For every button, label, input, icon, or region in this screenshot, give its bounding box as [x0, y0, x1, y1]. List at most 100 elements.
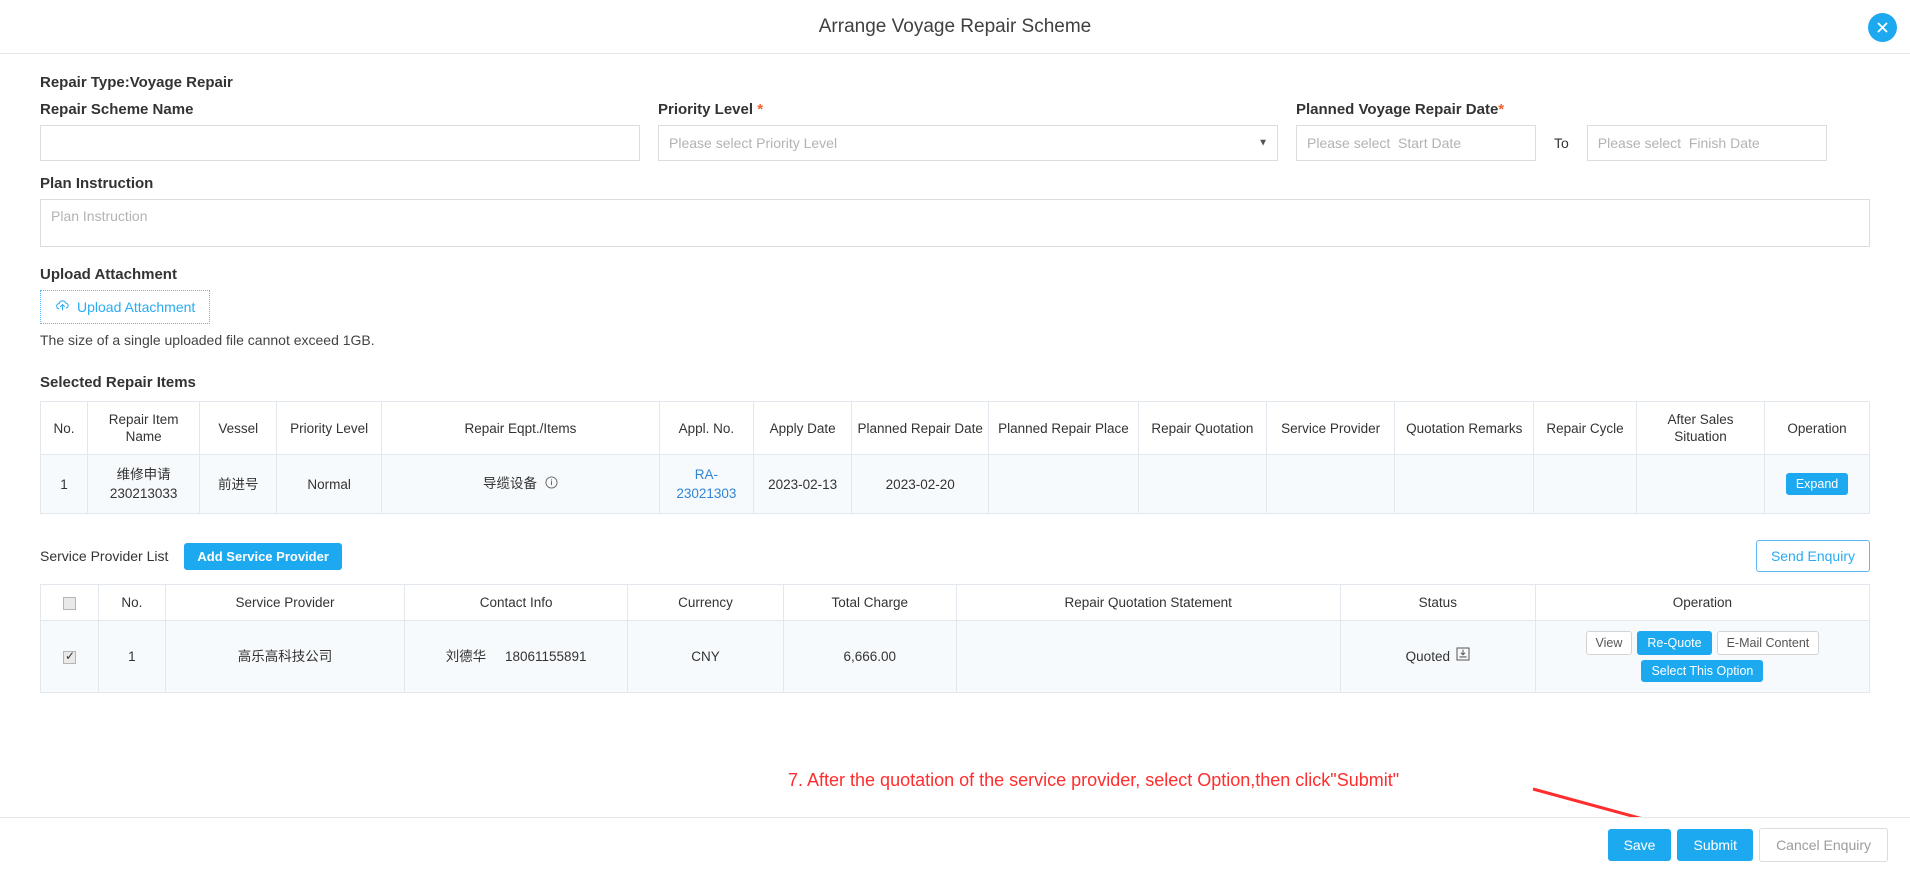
select-this-option-button[interactable]: Select This Option — [1641, 660, 1764, 682]
col-appl-no: Appl. No. — [658, 401, 754, 455]
view-button[interactable]: View — [1585, 631, 1633, 655]
col-repair-quotation: Repair Quotation — [1137, 401, 1268, 455]
priority-level-select[interactable] — [658, 125, 1278, 161]
repair-scheme-name-input[interactable] — [40, 125, 640, 161]
info-circle-icon[interactable] — [545, 475, 558, 494]
col-planned-repair-date: Planned Repair Date — [851, 401, 990, 455]
service-provider-table: No. Service Provider Contact Info Curren… — [40, 584, 1871, 693]
col-sp-total-charge: Total Charge — [782, 584, 957, 621]
submit-button[interactable]: Submit — [1677, 829, 1754, 861]
contact-name: 刘德华 — [445, 649, 487, 664]
dialog-arrange-voyage-repair-scheme: Arrange Voyage Repair Scheme Repair Type… — [0, 0, 1910, 872]
cell-sp-provider: 高乐高科技公司 — [164, 620, 406, 693]
cell-sp-no: 1 — [97, 620, 166, 693]
cell-repair-cycle — [1533, 454, 1637, 514]
col-sp-currency: Currency — [627, 584, 784, 621]
start-date-input[interactable] — [1296, 125, 1536, 161]
cell-sp-total-charge: 6,666.00 — [782, 620, 957, 693]
col-repair-eqpt-items: Repair Eqpt./Items — [380, 401, 660, 455]
repair-type-label: Repair Type:Voyage Repair — [40, 74, 233, 91]
field-priority-level: Priority Level * ▼ — [658, 101, 1278, 161]
col-operation: Operation — [1764, 401, 1870, 455]
col-repair-item-name: Repair Item Name — [87, 401, 201, 455]
dialog-title: Arrange Voyage Repair Scheme — [818, 15, 1092, 37]
add-service-provider-button[interactable]: Add Service Provider — [184, 542, 342, 570]
cancel-enquiry-button[interactable]: Cancel Enquiry — [1759, 828, 1888, 862]
cell-repair-quotation — [1137, 454, 1268, 514]
col-no: No. — [39, 401, 89, 455]
plan-instruction-label: Plan Instruction — [40, 175, 154, 192]
cell-sp-operation: View Re-Quote E-Mail Content Select This… — [1534, 620, 1871, 693]
cell-no: 1 — [39, 454, 89, 514]
re-quote-button[interactable]: Re-Quote — [1637, 631, 1712, 655]
planned-date-range: To — [1296, 125, 1870, 161]
upload-attachment-button[interactable]: Upload Attachment — [40, 290, 211, 324]
field-upload-attachment: Upload Attachment Upload Attachment The … — [40, 266, 1870, 348]
email-content-button[interactable]: E-Mail Content — [1716, 631, 1820, 655]
cell-after-sales-situation — [1635, 454, 1766, 514]
col-service-provider: Service Provider — [1266, 401, 1396, 455]
cell-sp-select — [40, 620, 99, 693]
cell-repair-item-name: 维修申请230213033 — [87, 454, 201, 514]
cell-service-provider — [1266, 454, 1396, 514]
priority-level-select-wrap[interactable]: ▼ — [658, 125, 1278, 161]
status-badge: Quoted — [1406, 647, 1470, 666]
dialog-titlebar: Arrange Voyage Repair Scheme — [0, 0, 1910, 54]
cell-repair-eqpt-items: 导缆设备 — [380, 454, 660, 514]
upload-size-hint: The size of a single uploaded file canno… — [40, 332, 375, 348]
dialog-body: Repair Type:Voyage Repair Repair Scheme … — [0, 54, 1910, 693]
save-button[interactable]: Save — [1607, 829, 1672, 861]
annotation-text: 7. After the quotation of the service pr… — [788, 770, 1400, 790]
planned-date-text: Planned Voyage Repair Date — [1296, 101, 1499, 118]
operation-buttons: View Re-Quote E-Mail Content Select This… — [1541, 631, 1864, 682]
operation-buttons-row2: Select This Option — [1541, 660, 1864, 682]
priority-level-label: Priority Level * — [658, 101, 1278, 119]
repair-items-header-row: No. Repair Item Name Vessel Priority Lev… — [39, 401, 1870, 455]
col-sp-repair-quotation-statement: Repair Quotation Statement — [955, 584, 1341, 621]
cell-operation: Expand — [1764, 454, 1870, 514]
cell-appl-no[interactable]: RA-23021303 — [658, 454, 754, 514]
field-repair-scheme-name: Repair Scheme Name — [40, 101, 640, 161]
service-provider-header-left: Service Provider List Add Service Provid… — [40, 542, 342, 570]
service-provider-header-row: No. Service Provider Contact Info Curren… — [40, 584, 1871, 621]
upload-attachment-button-label: Upload Attachment — [77, 299, 196, 315]
repair-scheme-name-label: Repair Scheme Name — [40, 101, 194, 118]
repair-items-table: No. Repair Item Name Vessel Priority Lev… — [39, 401, 1870, 514]
upload-attachment-label: Upload Attachment — [40, 266, 177, 283]
contact-phone: 18061155891 — [504, 649, 587, 664]
cell-vessel: 前进号 — [199, 454, 278, 514]
plan-instruction-textarea[interactable] — [40, 199, 1870, 247]
select-all-checkbox[interactable] — [62, 596, 76, 610]
cell-planned-repair-place — [988, 454, 1139, 514]
expand-button[interactable]: Expand — [1785, 473, 1849, 495]
appl-no-link[interactable]: RA-23021303 — [676, 467, 736, 501]
cell-quotation-remarks — [1394, 454, 1535, 514]
selected-repair-items-title: Selected Repair Items — [40, 374, 196, 391]
finish-date-input[interactable] — [1586, 125, 1827, 161]
priority-level-text: Priority Level — [658, 101, 754, 118]
col-priority-level: Priority Level — [276, 401, 382, 455]
close-icon[interactable] — [1868, 13, 1897, 42]
cell-sp-contact: 刘德华 18061155891 — [404, 620, 628, 693]
col-select-all — [40, 584, 99, 621]
service-provider-header: Service Provider List Add Service Provid… — [40, 540, 1870, 572]
row-select-checkbox[interactable] — [62, 649, 76, 664]
download-box-icon[interactable] — [1456, 647, 1470, 666]
cloud-upload-icon — [55, 298, 70, 316]
repair-eqpt-text: 导缆设备 — [483, 476, 538, 492]
field-plan-instruction: Plan Instruction — [40, 175, 1870, 252]
cell-priority-level: Normal — [276, 454, 382, 514]
send-enquiry-button[interactable]: Send Enquiry — [1755, 540, 1870, 572]
date-range-to-label: To — [1554, 135, 1569, 151]
cell-sp-status: Quoted — [1339, 620, 1536, 693]
col-sp-contact-info: Contact Info — [404, 584, 628, 621]
col-vessel: Vessel — [199, 401, 278, 455]
col-quotation-remarks: Quotation Remarks — [1394, 401, 1535, 455]
col-sp-no: No. — [97, 584, 166, 621]
form-row-top: Repair Scheme Name Priority Level * ▼ Pl… — [40, 101, 1870, 161]
field-planned-voyage-repair-date: Planned Voyage Repair Date* To — [1296, 101, 1870, 161]
dialog-footer: Save Submit Cancel Enquiry — [0, 817, 1910, 872]
cell-sp-currency: CNY — [627, 620, 784, 693]
cell-apply-date: 2023-02-13 — [752, 454, 853, 514]
status-text: Quoted — [1405, 649, 1450, 664]
